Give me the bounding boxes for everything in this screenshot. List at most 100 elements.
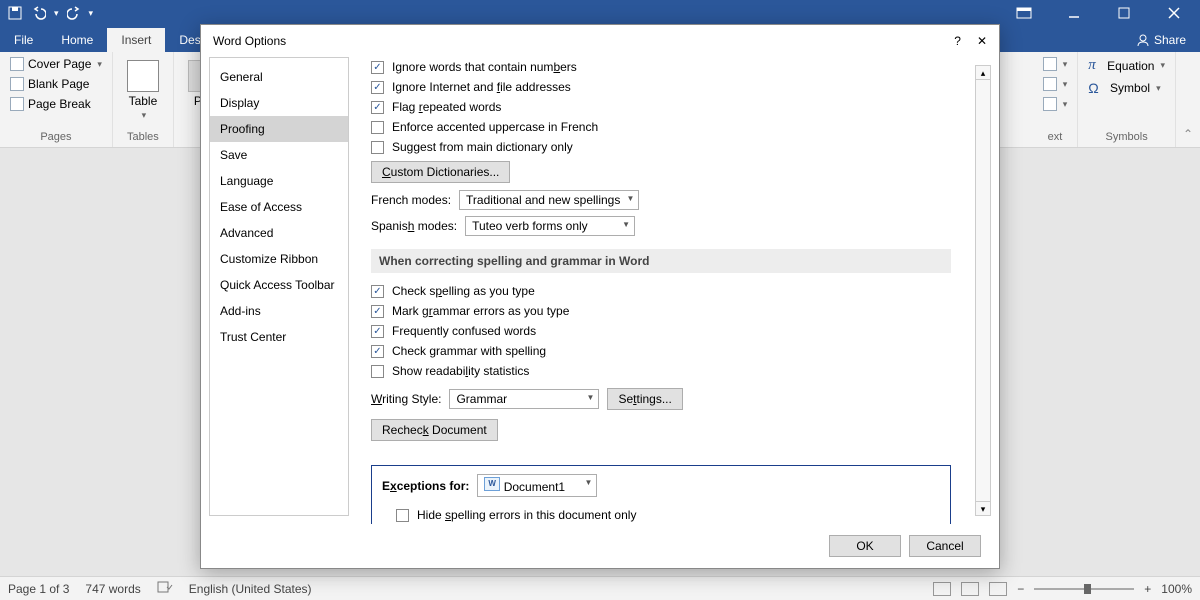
save-icon[interactable] [6,4,24,22]
check-spelling-label: Check spelling as you type [392,284,535,298]
check-spelling-checkbox[interactable]: ✓ [371,285,384,298]
quick-access-toolbar: ▾ ▾ [6,4,93,22]
exceptions-section: Exceptions for: Document1 Hide spelling … [371,465,951,524]
dialog-help-icon[interactable]: ? [954,34,961,48]
text-box-button[interactable]: ▾ [1041,56,1070,72]
dialog-scrollbar[interactable]: ▴▾ [975,65,991,516]
scroll-up-icon[interactable]: ▴ [976,66,990,80]
readability-label: Show readability statistics [392,364,529,378]
symbol-icon: Ω [1088,80,1098,96]
print-layout-icon[interactable] [961,582,979,596]
nav-display[interactable]: Display [210,90,348,116]
readability-checkbox[interactable] [371,365,384,378]
french-modes-label: French modes: [371,193,451,207]
window-close-icon[interactable] [1154,0,1194,26]
blank-page-icon [10,77,24,91]
read-mode-icon[interactable] [933,582,951,596]
zoom-out-button[interactable]: − [1017,582,1024,596]
blank-page-label: Blank Page [28,77,89,91]
share-button[interactable]: Share [1122,28,1200,52]
tab-insert[interactable]: Insert [107,28,165,52]
spanish-modes-label: Spanish modes: [371,219,457,233]
spanish-modes-select[interactable]: Tuteo verb forms only [465,216,635,236]
tab-home[interactable]: Home [47,28,107,52]
nav-save[interactable]: Save [210,142,348,168]
dialog-footer: OK Cancel [201,524,999,568]
quick-parts-button[interactable]: ▾ [1041,76,1070,92]
flag-repeated-checkbox[interactable]: ✓ [371,101,384,114]
exceptions-document-select[interactable]: Document1 [477,474,597,497]
equation-button[interactable]: π Equation▾ [1086,56,1167,75]
flag-repeated-label: Flag repeated words [392,100,501,114]
confused-words-checkbox[interactable]: ✓ [371,325,384,338]
spell-check-icon[interactable] [157,580,173,597]
ok-button[interactable]: OK [829,535,901,557]
nav-proofing[interactable]: Proofing [210,116,348,142]
collapse-ribbon-icon[interactable]: ⌃ [1183,127,1193,141]
scroll-down-icon[interactable]: ▾ [976,501,990,515]
check-grammar-spelling-checkbox[interactable]: ✓ [371,345,384,358]
status-page[interactable]: Page 1 of 3 [8,582,69,596]
table-label: Table [129,94,158,108]
zoom-in-button[interactable]: + [1144,582,1151,596]
dialog-close-icon[interactable]: ✕ [977,34,987,48]
status-language[interactable]: English (United States) [189,582,312,596]
equation-label: Equation [1107,59,1154,73]
ignore-numbers-checkbox[interactable]: ✓ [371,61,384,74]
check-grammar-spelling-label: Check grammar with spelling [392,344,546,358]
cover-page-label: Cover Page [28,57,91,71]
exceptions-label: Exceptions for: [382,479,469,493]
nav-quick-access-toolbar[interactable]: Quick Access Toolbar [210,272,348,298]
symbols-group-label: Symbols [1106,129,1148,143]
zoom-slider[interactable] [1034,588,1134,590]
enforce-french-checkbox[interactable] [371,121,384,134]
undo-icon[interactable] [30,4,48,22]
title-bar: ▾ ▾ [0,0,1200,26]
ignore-urls-label: Ignore Internet and file addresses [392,80,571,94]
section-grammar-header: When correcting spelling and grammar in … [371,249,951,273]
tab-file[interactable]: File [0,28,47,52]
grammar-settings-button[interactable]: Settings... [607,388,682,410]
window-minimize-icon[interactable] [1054,0,1094,26]
page-break-button[interactable]: Page Break [8,96,93,112]
dialog-nav: General Display Proofing Save Language E… [209,57,349,516]
table-button[interactable]: Table▾ [121,56,165,125]
dialog-content: ▴▾ ✓Ignore words that contain numbers ✓I… [349,57,999,524]
french-modes-select[interactable]: Traditional and new spellings [459,190,639,210]
redo-icon[interactable] [65,4,83,22]
cancel-button[interactable]: Cancel [909,535,981,557]
nav-general[interactable]: General [210,64,348,90]
recheck-document-button[interactable]: Recheck Document [371,419,498,441]
nav-language[interactable]: Language [210,168,348,194]
ignore-urls-checkbox[interactable]: ✓ [371,81,384,94]
main-dict-only-checkbox[interactable] [371,141,384,154]
nav-customize-ribbon[interactable]: Customize Ribbon [210,246,348,272]
custom-dictionaries-button[interactable]: Custom Dictionaries... [371,161,510,183]
nav-ease-of-access[interactable]: Ease of Access [210,194,348,220]
cover-page-button[interactable]: Cover Page▾ [8,56,104,72]
word-options-dialog: Word Options ? ✕ General Display Proofin… [200,24,1000,569]
share-label: Share [1154,33,1186,47]
window-maximize-icon[interactable] [1104,0,1144,26]
symbol-button[interactable]: Ω Symbol▾ [1086,79,1162,97]
ribbon-group-tables: Table▾ Tables [113,52,174,147]
dialog-title-bar: Word Options ? ✕ [201,25,999,57]
mark-grammar-checkbox[interactable]: ✓ [371,305,384,318]
nav-trust-center[interactable]: Trust Center [210,324,348,350]
hide-spelling-checkbox[interactable] [396,509,409,522]
qat-customize-icon[interactable]: ▾ [89,8,94,19]
nav-add-ins[interactable]: Add-ins [210,298,348,324]
word-art-button[interactable]: ▾ [1041,96,1070,112]
ribbon-group-pages: Cover Page▾ Blank Page Page Break Pages [0,52,113,147]
blank-page-button[interactable]: Blank Page [8,76,91,92]
zoom-level[interactable]: 100% [1161,582,1192,596]
undo-dropdown-icon[interactable]: ▾ [54,8,59,19]
ignore-numbers-label: Ignore words that contain numbers [392,60,577,74]
status-word-count[interactable]: 747 words [85,582,140,596]
dialog-title: Word Options [213,34,286,48]
nav-advanced[interactable]: Advanced [210,220,348,246]
web-layout-icon[interactable] [989,582,1007,596]
ribbon-display-options-icon[interactable] [1004,0,1044,26]
writing-style-select[interactable]: Grammar [449,389,599,409]
mark-grammar-label: Mark grammar errors as you type [392,304,569,318]
